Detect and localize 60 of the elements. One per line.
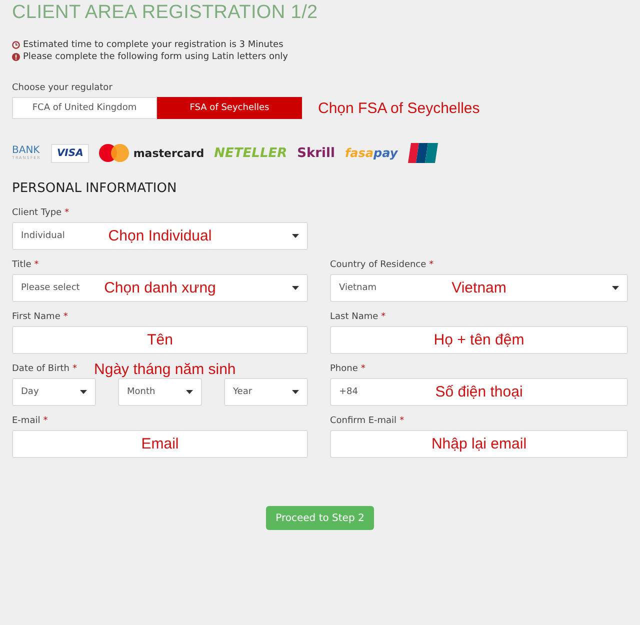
notice-text: Estimated time to complete your registration is 3 Minutes (23, 40, 284, 50)
visa-logo: VISA (50, 144, 90, 162)
required-mark: * (429, 260, 434, 270)
select-field[interactable]: Day (12, 378, 96, 406)
select-field[interactable]: Vietnam Vietnam (330, 274, 628, 302)
input-field[interactable]: Nhập lại email (330, 430, 628, 458)
notice-text: Please complete the following form using Latin letters only (23, 52, 288, 62)
fasapay-logo: fasapay (344, 146, 398, 160)
field-label: Date of Birth (12, 364, 70, 374)
caret-icon (80, 390, 87, 394)
required-mark: * (63, 312, 68, 322)
caret-icon (292, 390, 299, 394)
required-mark: * (381, 312, 386, 322)
regulator-option[interactable]: FCA of United Kingdom (12, 97, 157, 119)
annotation-text: Nhập lại email (431, 436, 527, 452)
input-field[interactable]: +84 Số điện thoại (330, 378, 628, 406)
input-field[interactable]: Tên (12, 326, 308, 354)
annotation-text: Vietnam (452, 280, 506, 296)
field-label: First Name (12, 312, 60, 322)
field-label: Phone (330, 364, 358, 374)
skrill-logo: Skrill (297, 146, 335, 160)
required-mark: * (400, 416, 404, 426)
input-field[interactable]: Họ + tên đệm (330, 326, 628, 354)
select-field[interactable]: Year (224, 378, 308, 406)
annotation-text: Ngày tháng năm sinh (94, 360, 236, 378)
regulator-option[interactable]: FSA of Seychelles (157, 97, 302, 119)
field-label: E-mail (12, 416, 40, 426)
field-label: Choose your regulator (12, 83, 112, 93)
mastercard-logo: mastercard (99, 144, 204, 162)
field-label: Client Type (12, 208, 62, 218)
section-title: PERSONAL INFORMATION (12, 181, 178, 196)
annotation-text: Chọn danh xưng (104, 280, 216, 296)
input-field[interactable]: Email (12, 430, 308, 458)
neteller-logo: NETELLER (214, 146, 288, 160)
caret-icon (292, 286, 299, 290)
page-title: CLIENT AREA REGISTRATION 1/2 (12, 2, 319, 24)
caret-icon (292, 234, 299, 238)
annotation-text: Họ + tên đệm (434, 332, 524, 348)
annotation-text: Email (141, 436, 179, 452)
annotation-text: Số điện thoại (435, 384, 523, 400)
required-mark: * (43, 416, 48, 426)
annotation-text: Chọn Individual (108, 228, 212, 244)
caret-icon (186, 390, 193, 394)
field-label: Title (12, 260, 32, 270)
caret-icon (612, 286, 619, 290)
required-mark: * (34, 260, 39, 270)
field-label: Confirm E-mail (330, 416, 397, 426)
select-field[interactable]: Individual Chọn Individual (12, 222, 308, 250)
select-field[interactable]: Month (118, 378, 202, 406)
clock-icon (12, 41, 20, 49)
alert-icon (12, 53, 20, 61)
unionpay-logo (408, 143, 438, 163)
required-mark: * (360, 364, 366, 374)
annotation-text: Chọn FSA of Seychelles (318, 100, 480, 116)
required-mark: * (64, 208, 70, 218)
select-field[interactable]: Please select Chọn danh xưng (12, 274, 308, 302)
annotation-text: Tên (147, 332, 173, 348)
field-label: Last Name (330, 312, 378, 322)
field-label: Country of Residence (330, 260, 426, 270)
required-mark: * (72, 364, 78, 374)
